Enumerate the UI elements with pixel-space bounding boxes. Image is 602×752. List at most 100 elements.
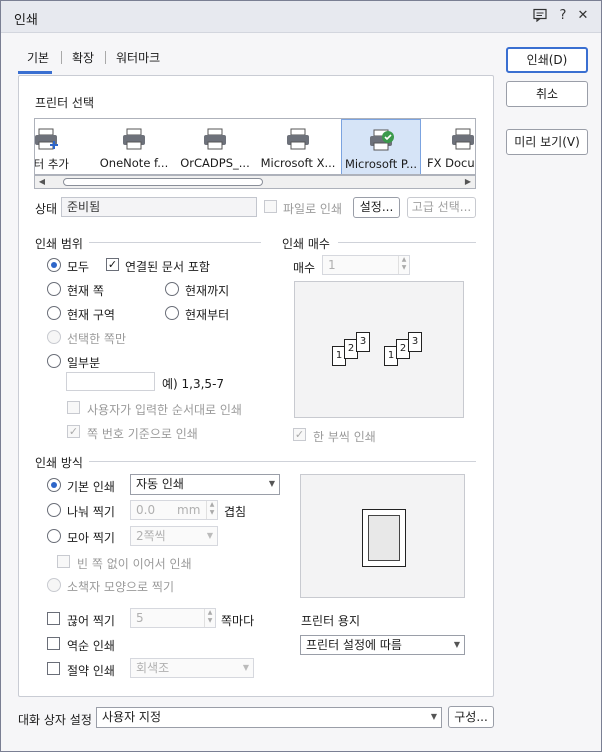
scroll-right-icon[interactable]: ▶: [461, 176, 475, 188]
collate-label: 한 부씩 인쇄: [313, 430, 376, 444]
range-from-current-radio[interactable]: [165, 306, 179, 320]
saving-label: 절약 인쇄: [67, 664, 115, 678]
comment-icon[interactable]: [532, 8, 548, 24]
printer-list[interactable]: 린터 추가 OneNote f... OrCADPS_... Microsoft…: [34, 118, 476, 175]
collate-checkbox[interactable]: ✓: [293, 428, 306, 441]
include-linked-label: 연결된 문서 포함: [125, 260, 210, 274]
method-basic-radio[interactable]: [47, 478, 61, 492]
print-range-heading: 인쇄 범위: [35, 237, 83, 251]
split-unit: mm: [177, 503, 201, 517]
gather-select[interactable]: 2쪽씩 ▼: [130, 526, 218, 546]
split-value: 0.0: [136, 503, 156, 517]
printer-item-add[interactable]: 린터 추가: [35, 119, 81, 174]
saving-checkbox[interactable]: [47, 662, 60, 675]
printer-label: OneNote f...: [99, 156, 169, 170]
split-spinner[interactable]: ▲ ▼: [206, 501, 217, 519]
dialog-settings-label: 대화 상자 설정: [18, 713, 92, 727]
no-gap-checkbox[interactable]: [57, 555, 70, 568]
page-number-based-label: 쪽 번호 기준으로 인쇄: [87, 427, 198, 441]
scroll-thumb[interactable]: [63, 178, 263, 186]
close-icon[interactable]: ✕: [575, 8, 591, 24]
printer-item-onenote[interactable]: OneNote f...: [94, 119, 174, 174]
configure-button[interactable]: 구성...: [448, 706, 494, 728]
range-some-pages-label: 일부분: [67, 356, 101, 370]
printer-paper-select-value: 프린터 설정에 따름: [306, 638, 402, 652]
split-input[interactable]: 0.0 mm ▲ ▼: [130, 500, 218, 520]
cut-spinner[interactable]: ▲ ▼: [204, 609, 215, 627]
layout-preview-page: [362, 509, 406, 567]
page-number-based-checkbox[interactable]: ✓: [67, 425, 80, 438]
cut-checkbox[interactable]: [47, 612, 60, 625]
printer-item-ms-pdf[interactable]: Microsoft P...: [341, 119, 421, 174]
range-all-radio[interactable]: [47, 258, 61, 272]
method-gather-radio[interactable]: [47, 529, 61, 543]
method-split-radio[interactable]: [47, 503, 61, 517]
range-current-section-radio[interactable]: [47, 306, 61, 320]
range-to-current-radio[interactable]: [165, 282, 179, 296]
range-some-pages-radio[interactable]: [47, 354, 61, 368]
tab-basic[interactable]: 기본: [27, 49, 49, 66]
preview-page: 3: [408, 332, 422, 352]
copies-input[interactable]: 1 ▲ ▼: [322, 255, 410, 275]
printer-item-fx-docu[interactable]: FX DocuP: [423, 119, 475, 174]
help-icon[interactable]: ?: [555, 8, 571, 24]
saving-select-value: 회색조: [136, 661, 170, 675]
printer-item-orcad[interactable]: OrCADPS_...: [175, 119, 255, 174]
page-range-input[interactable]: [66, 372, 155, 391]
printer-settings-button[interactable]: 설정...: [353, 197, 400, 218]
print-dialog: 인쇄 ? ✕ 기본 확장 워터마크 인쇄(D) 취소 미리 보기(V) 프린터 …: [0, 0, 602, 752]
tab-separator: [105, 51, 106, 64]
divider: [338, 242, 476, 243]
print-to-file-checkbox[interactable]: [264, 200, 277, 213]
range-current-page-radio[interactable]: [47, 282, 61, 296]
printer-select-heading: 프린터 선택: [35, 96, 95, 110]
printer-label: OrCADPS_...: [180, 156, 250, 170]
method-gather-label: 모아 찍기: [67, 531, 115, 545]
reverse-label: 역순 인쇄: [67, 639, 115, 653]
range-selection-radio[interactable]: [47, 330, 61, 344]
include-linked-checkbox[interactable]: ✓: [106, 258, 119, 271]
print-to-file-label: 파일로 인쇄: [283, 202, 343, 216]
active-tab-indicator: [18, 71, 52, 74]
saving-select[interactable]: 회색조 ▼: [130, 658, 254, 678]
printer-icon: [452, 128, 474, 150]
dialog-settings-select[interactable]: 사용자 지정 ▼: [96, 707, 442, 728]
printer-label: Microsoft P...: [344, 157, 418, 171]
printer-label: Microsoft X...: [260, 156, 336, 170]
preview-button[interactable]: 미리 보기(V): [506, 129, 588, 155]
printer-icon: [123, 128, 145, 150]
dialog-settings-select-value: 사용자 지정: [102, 710, 162, 724]
divider: [89, 461, 476, 462]
layout-preview-content: [368, 515, 400, 561]
printer-list-scrollbar[interactable]: ◀ ▶: [34, 175, 476, 189]
tab-watermark[interactable]: 워터마크: [116, 49, 160, 66]
range-all-label: 모두: [67, 260, 90, 274]
printer-paper-select[interactable]: 프린터 설정에 따름 ▼: [300, 635, 465, 655]
printer-item-ms-xps[interactable]: Microsoft X...: [258, 119, 338, 174]
cancel-button[interactable]: 취소: [506, 81, 588, 107]
dialog-title: 인쇄: [14, 13, 38, 28]
cut-input[interactable]: 5 ▲ ▼: [130, 608, 216, 628]
user-order-label: 사용자가 입력한 순서대로 인쇄: [87, 403, 242, 417]
printer-label: FX DocuP: [427, 156, 475, 170]
divider: [89, 242, 261, 243]
printer-default-icon: [370, 129, 394, 151]
range-from-current-label: 현재부터: [185, 308, 230, 322]
scroll-left-icon[interactable]: ◀: [35, 176, 49, 188]
tab-extended[interactable]: 확장: [72, 49, 94, 66]
layout-preview: [300, 474, 465, 598]
reverse-checkbox[interactable]: [47, 637, 60, 650]
gather-select-value: 2쪽씩: [136, 529, 166, 543]
basic-print-select[interactable]: 자동 인쇄 ▼: [130, 474, 280, 495]
print-button[interactable]: 인쇄(D): [506, 47, 588, 73]
printer-paper-label: 프린터 용지: [301, 614, 361, 628]
add-printer-icon: [35, 128, 58, 150]
status-label: 상태: [35, 202, 58, 216]
copies-spinner[interactable]: ▲ ▼: [398, 256, 409, 274]
tab-separator: [61, 51, 62, 64]
advanced-options-button[interactable]: 고급 선택...: [407, 197, 476, 218]
printer-icon: [204, 128, 226, 150]
range-current-page-label: 현재 쪽: [67, 284, 104, 298]
method-booklet-radio[interactable]: [47, 578, 61, 592]
user-order-checkbox[interactable]: [67, 401, 80, 414]
